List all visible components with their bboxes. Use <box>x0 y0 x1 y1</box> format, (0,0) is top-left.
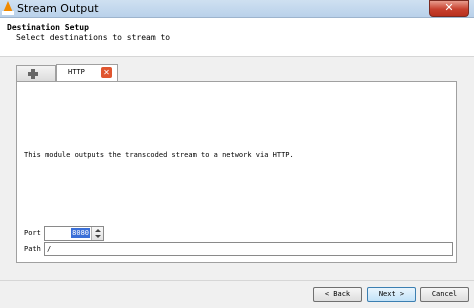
wizard-header: Destination Setup Select destinations to… <box>0 18 474 57</box>
tab-http-label: HTTP <box>68 68 85 76</box>
path-label: Path <box>24 245 41 253</box>
next-button[interactable]: Next > <box>367 287 416 302</box>
spin-up-icon[interactable] <box>95 229 101 232</box>
port-spinbox[interactable]: 8080 <box>44 226 104 241</box>
window-close-button[interactable]: ✕ <box>429 0 469 17</box>
path-input[interactable]: / <box>44 242 453 256</box>
vlc-cone-icon <box>2 1 14 15</box>
module-description: This module outputs the transcoded strea… <box>24 151 294 159</box>
port-value[interactable]: 8080 <box>71 228 90 238</box>
back-button[interactable]: < Back <box>313 287 362 302</box>
cancel-button[interactable]: Cancel <box>420 287 469 302</box>
port-spin-buttons[interactable] <box>91 227 103 240</box>
title-bar: Stream Output ✕ <box>0 0 474 18</box>
http-settings-panel: This module outputs the transcoded strea… <box>16 81 457 263</box>
window-title: Stream Output <box>17 2 99 15</box>
plus-icon <box>28 69 38 79</box>
page-subtitle: Select destinations to stream to <box>16 33 171 42</box>
tab-http[interactable]: HTTP ✕ <box>56 64 118 82</box>
page-title: Destination Setup <box>7 23 89 32</box>
spin-down-icon[interactable] <box>95 235 101 238</box>
port-label: Port <box>24 229 41 237</box>
add-destination-tab[interactable] <box>16 65 56 81</box>
tab-close-icon[interactable]: ✕ <box>101 67 112 78</box>
